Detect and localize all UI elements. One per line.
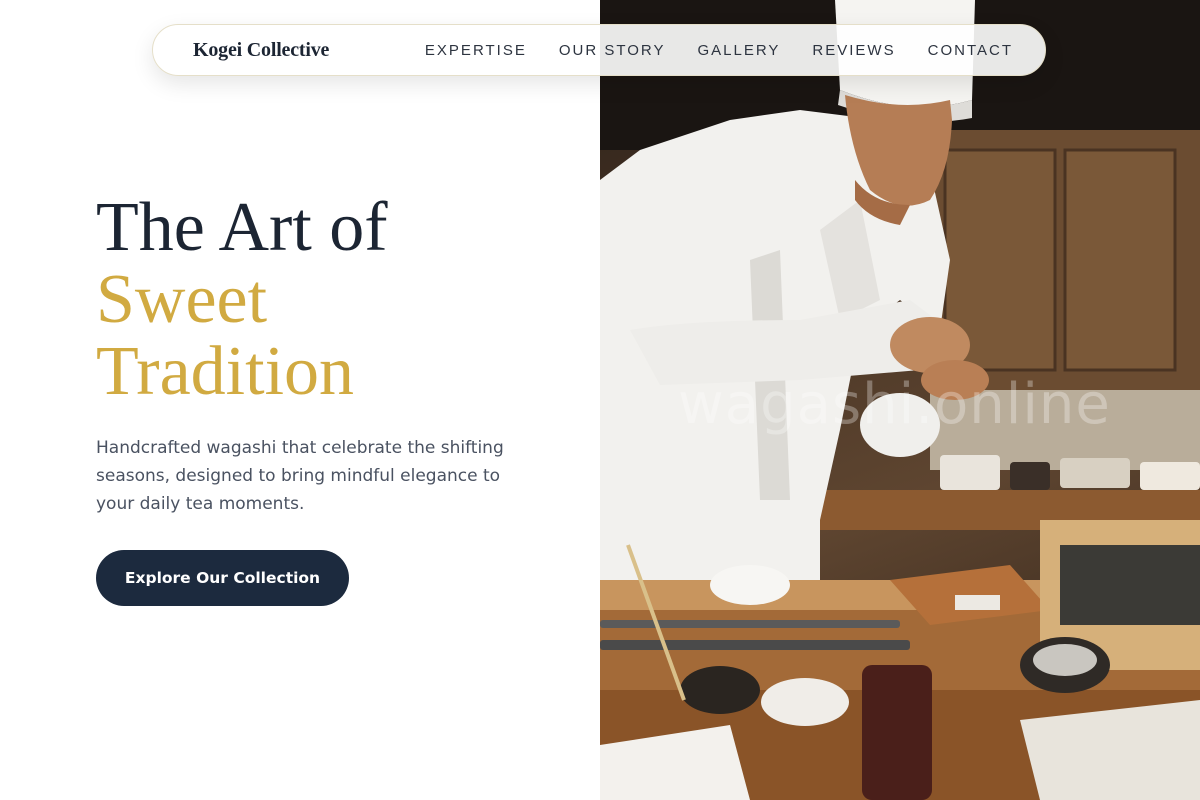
nav-link-gallery[interactable]: GALLERY — [697, 42, 780, 59]
explore-collection-button[interactable]: Explore Our Collection — [96, 550, 349, 606]
hero-photo: wagashi.online — [600, 0, 1200, 800]
top-navigation: Kogei Collective EXPERTISE OUR STORY GAL… — [152, 24, 1046, 76]
nav-link-contact[interactable]: CONTACT — [928, 42, 1013, 59]
hero-title: The Art of Sweet Tradition — [96, 192, 388, 408]
nav-link-our-story[interactable]: OUR STORY — [559, 42, 666, 59]
hero-title-line: The Art of — [96, 189, 388, 266]
hero-title-accent: Sweet — [96, 261, 268, 338]
hero-subtitle: Handcrafted wagashi that celebrate the s… — [96, 438, 504, 514]
nav-links: EXPERTISE OUR STORY GALLERY REVIEWS CONT… — [425, 42, 1013, 59]
brand-logo[interactable]: Kogei Collective — [193, 39, 329, 62]
watermark-text: wagashi.online — [678, 372, 1111, 437]
hero-title-accent-2: Tradition — [96, 333, 355, 410]
page: wagashi.online Kogei Collective EXPERTIS… — [0, 0, 1200, 800]
nav-link-expertise[interactable]: EXPERTISE — [425, 42, 527, 59]
nav-link-reviews[interactable]: REVIEWS — [812, 42, 895, 59]
